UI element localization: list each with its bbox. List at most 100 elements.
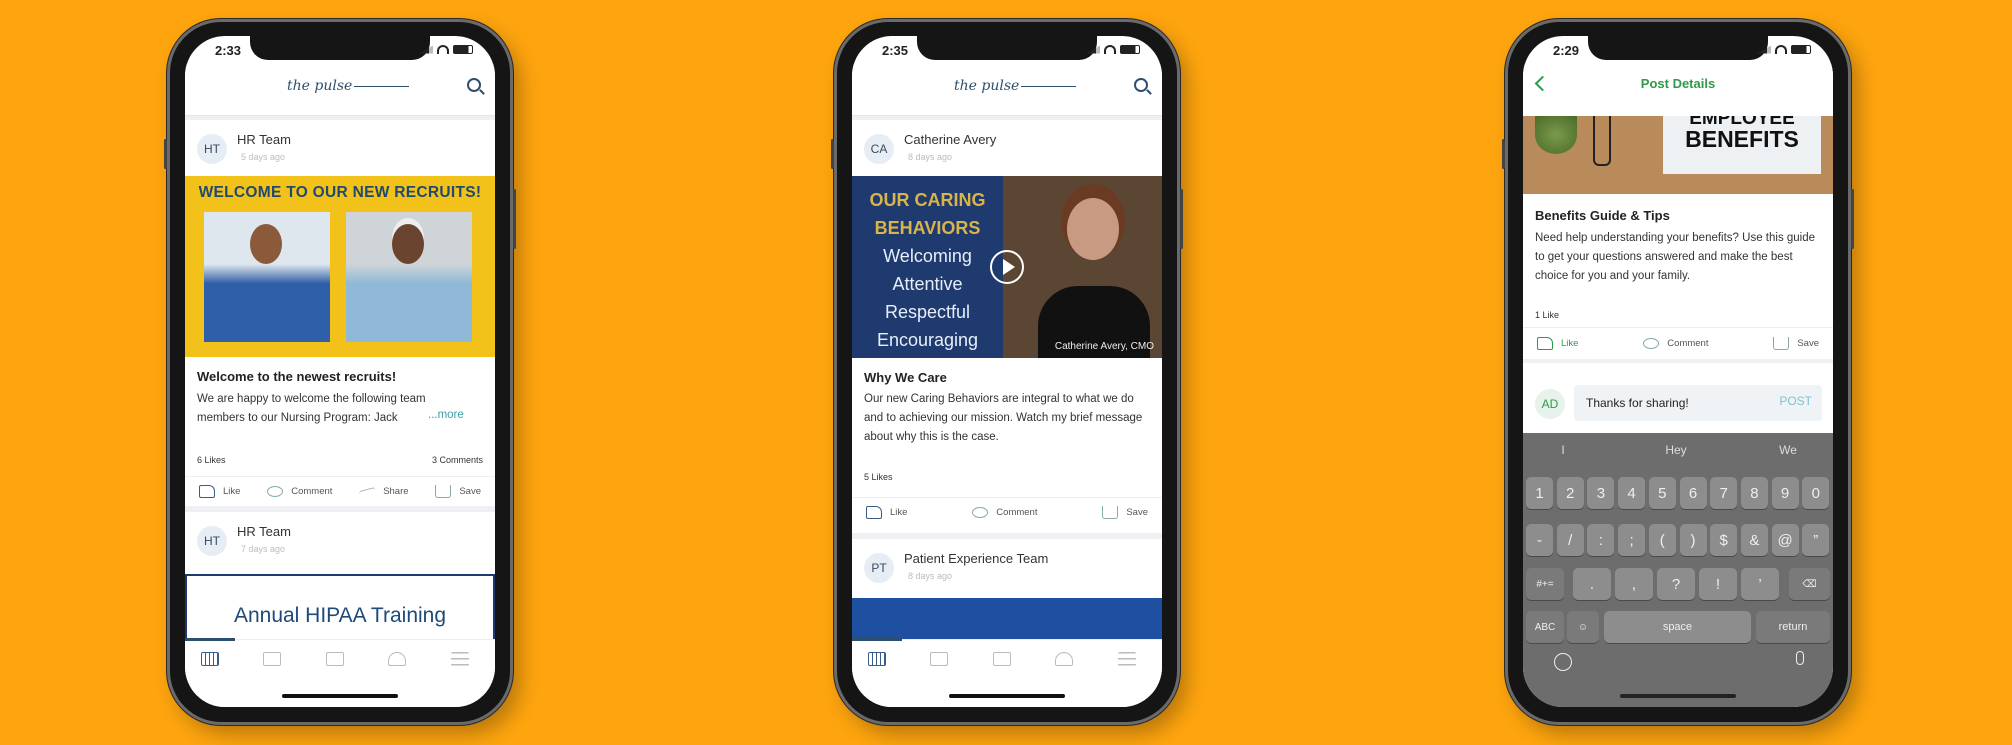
key[interactable]: 5	[1648, 477, 1676, 509]
key[interactable]: :	[1587, 524, 1615, 556]
tab-news-icon[interactable]	[868, 652, 886, 666]
tab-calendar-icon[interactable]	[326, 652, 344, 666]
post-image[interactable]: EMPLOYEE BENEFITS	[1523, 108, 1833, 194]
key[interactable]: ?	[1657, 568, 1695, 600]
post-body: Need help understanding your benefits? U…	[1535, 232, 1816, 282]
key[interactable]: 4	[1618, 477, 1646, 509]
key[interactable]: 8	[1740, 477, 1768, 509]
comments-count[interactable]: 3 Comments	[432, 455, 483, 465]
status-icons	[1086, 45, 1140, 54]
key[interactable]: 3	[1587, 477, 1615, 509]
return-key[interactable]: return	[1756, 611, 1830, 643]
tab-menu-icon[interactable]	[1118, 652, 1136, 666]
comment-input[interactable]: Thanks for sharing! POST	[1574, 385, 1822, 421]
video-thumbnail[interactable]: OUR CARING BEHAVIORS Welcoming Attentive…	[852, 176, 1162, 358]
post-comment-button[interactable]: POST	[1779, 394, 1812, 408]
comment-icon	[267, 486, 284, 497]
comment-input-value: Thanks for sharing!	[1586, 396, 1689, 410]
likes-count[interactable]: 5 Likes	[864, 472, 893, 482]
key[interactable]: (	[1648, 524, 1676, 556]
comment-button[interactable]: Comment	[1643, 338, 1708, 349]
post-time: 7 days ago	[241, 544, 286, 554]
key[interactable]: /	[1556, 524, 1584, 556]
thumbs-up-icon	[199, 485, 215, 498]
key[interactable]: 0	[1802, 477, 1830, 509]
key[interactable]: @	[1771, 524, 1799, 556]
key[interactable]: ”	[1802, 524, 1830, 556]
key[interactable]: -	[1526, 524, 1553, 556]
key[interactable]: ’	[1741, 568, 1779, 600]
key[interactable]: )	[1679, 524, 1707, 556]
phone-2: 2:35 the pulse CA Catherine Avery 8 days…	[831, 19, 1183, 725]
app-logo[interactable]: the pulse	[287, 78, 410, 94]
key[interactable]: $	[1710, 524, 1738, 556]
post-author[interactable]: Catherine Avery	[904, 132, 996, 147]
globe-icon[interactable]	[1554, 653, 1572, 671]
key[interactable]: !	[1699, 568, 1737, 600]
emoji-key[interactable]: ☺	[1567, 611, 1599, 643]
share-button[interactable]: Share	[359, 486, 409, 497]
pulse-line-icon	[354, 81, 410, 91]
key[interactable]: ;	[1618, 524, 1646, 556]
comment-icon	[972, 507, 989, 518]
key[interactable]: &	[1740, 524, 1768, 556]
tab-bell-icon[interactable]	[1055, 652, 1073, 666]
post-image[interactable]: WELCOME TO OUR NEW RECRUITS!	[185, 176, 495, 357]
post-card[interactable]: PT Patient Experience Team 8 days ago	[852, 539, 1162, 639]
post-card[interactable]: HT HR Team 5 days ago WELCOME TO OUR NEW…	[185, 120, 495, 506]
key[interactable]: .	[1573, 568, 1611, 600]
tab-bell-icon[interactable]	[388, 652, 406, 666]
save-button[interactable]: Save	[1102, 506, 1148, 519]
save-button[interactable]: Save	[435, 485, 481, 498]
home-indicator[interactable]	[949, 694, 1065, 698]
post-card[interactable]: HT HR Team 7 days ago Annual HIPAA Train…	[185, 512, 495, 654]
key[interactable]: #+=	[1526, 568, 1564, 600]
microphone-icon[interactable]	[1796, 651, 1804, 665]
video-line: Respectful	[884, 302, 971, 322]
search-icon[interactable]	[467, 78, 481, 92]
video-line: Attentive	[892, 274, 963, 294]
post-author[interactable]: HR Team	[237, 524, 291, 539]
tab-calendar-icon[interactable]	[993, 652, 1011, 666]
like-button[interactable]: Like	[866, 506, 907, 519]
comment-label: Comment	[1667, 338, 1709, 349]
suggestion-item[interactable]: I	[1523, 443, 1613, 457]
logo-text: the pulse	[287, 78, 353, 94]
play-icon[interactable]	[990, 250, 1024, 284]
key[interactable]: 2	[1556, 477, 1584, 509]
key[interactable]: 9	[1771, 477, 1799, 509]
comment-button[interactable]: Comment	[972, 507, 1037, 518]
tab-folder-icon[interactable]	[930, 652, 948, 666]
post-card[interactable]: CA Catherine Avery 8 days ago OUR CARING…	[852, 120, 1162, 533]
comment-button[interactable]: Comment	[267, 486, 332, 497]
likes-count[interactable]: 6 Likes	[197, 455, 226, 465]
post-author[interactable]: Patient Experience Team	[904, 551, 1048, 566]
phone-1: 2:33 the pulse HT HR Team 5 days ago WEL…	[164, 19, 516, 725]
like-button[interactable]: Like	[1537, 337, 1578, 350]
home-indicator[interactable]	[282, 694, 398, 698]
side-button	[1851, 189, 1854, 249]
post-image[interactable]	[852, 598, 1162, 639]
key[interactable]: ,	[1615, 568, 1653, 600]
abc-key[interactable]: ABC	[1526, 611, 1564, 643]
tab-news-icon[interactable]	[201, 652, 219, 666]
tab-menu-icon[interactable]	[451, 652, 469, 666]
more-link[interactable]: ...more	[428, 409, 464, 421]
key[interactable]: 7	[1710, 477, 1738, 509]
tab-folder-icon[interactable]	[263, 652, 281, 666]
suggestion-item[interactable]: Hey	[1626, 443, 1726, 457]
key[interactable]: 1	[1526, 477, 1553, 509]
suggestion-item[interactable]: We	[1738, 443, 1833, 457]
app-logo[interactable]: the pulse	[954, 78, 1077, 94]
thumbs-up-icon	[1537, 337, 1553, 350]
backspace-key[interactable]: ⌫	[1789, 568, 1830, 600]
likes-count[interactable]: 1 Like	[1535, 310, 1559, 320]
space-key[interactable]: space	[1604, 611, 1751, 643]
home-indicator[interactable]	[1620, 694, 1736, 698]
search-icon[interactable]	[1134, 78, 1148, 92]
status-time: 2:33	[215, 43, 242, 58]
like-button[interactable]: Like	[199, 485, 240, 498]
save-button[interactable]: Save	[1773, 337, 1819, 350]
post-author[interactable]: HR Team	[237, 132, 291, 147]
key[interactable]: 6	[1679, 477, 1707, 509]
